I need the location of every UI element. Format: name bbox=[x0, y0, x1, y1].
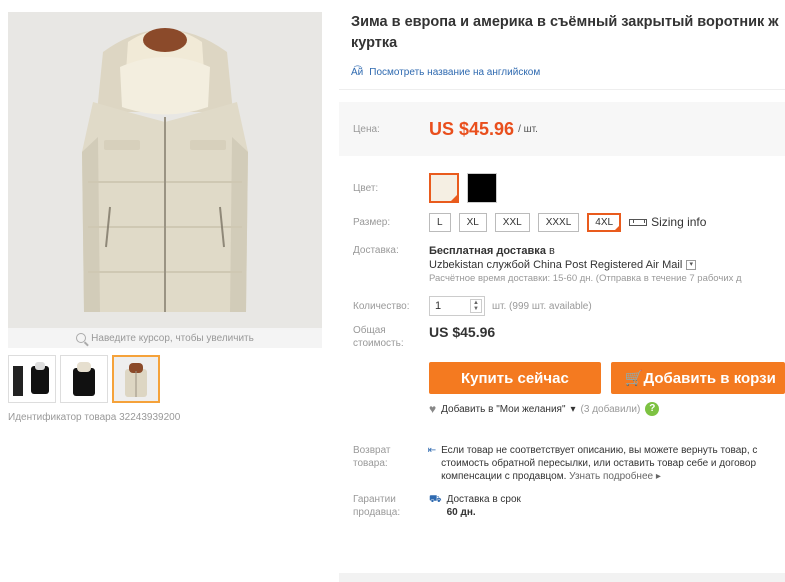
return-line2: стоимость обратной пересылки, или остави… bbox=[441, 458, 757, 469]
thumbnail-2[interactable] bbox=[60, 355, 108, 403]
shipping-title-suffix: в bbox=[545, 245, 555, 257]
product-details: Зима в европа и америка в съёмный закрыт… bbox=[339, 12, 785, 519]
guarantee-text: Доставка в срок 60 дн. bbox=[447, 493, 521, 519]
learn-more-link[interactable]: Узнать подробнее bbox=[569, 471, 653, 482]
sizing-info-text: Sizing info bbox=[651, 215, 707, 229]
add-to-cart-button[interactable]: 🛒 Добавить в корзи bbox=[610, 362, 785, 394]
size-option-xxxl[interactable]: XXXL bbox=[537, 212, 580, 232]
product-title: Зима в европа и америка в съёмный закрыт… bbox=[339, 12, 785, 56]
product-title-line2: куртка bbox=[351, 35, 398, 51]
shipping-title: Бесплатная доставка в bbox=[429, 244, 742, 258]
truck-icon: ⛟ bbox=[429, 494, 442, 505]
thumbnail-strip bbox=[8, 355, 322, 403]
return-line1: Если товар не соответствует описанию, вы… bbox=[441, 445, 758, 456]
color-row: Цвет: bbox=[339, 172, 785, 204]
price-value: US $45.96 bbox=[429, 118, 515, 139]
wishlist-count: (3 добавили) bbox=[580, 403, 641, 415]
total-row: Общая стоимость: US $45.96 bbox=[339, 324, 785, 350]
main-product-image[interactable] bbox=[8, 12, 322, 328]
thumbnail-3-selected[interactable] bbox=[112, 355, 160, 403]
translate-link[interactable]: A͡й Посмотреть название на английском bbox=[339, 67, 785, 78]
return-label: Возврат товара: bbox=[353, 445, 391, 469]
quantity-value: 1 bbox=[435, 300, 442, 312]
sizing-info-link[interactable]: Sizing info bbox=[629, 215, 706, 229]
vest-illustration bbox=[8, 12, 322, 328]
shipping-method[interactable]: Uzbekistan службой China Post Registered… bbox=[429, 258, 742, 272]
color-swatch-black[interactable] bbox=[467, 173, 497, 203]
buy-now-button[interactable]: Купить сейчас bbox=[429, 362, 601, 394]
size-option-xxl[interactable]: XXL bbox=[494, 212, 530, 232]
size-option-xl[interactable]: XL bbox=[458, 212, 487, 232]
guarantee-line1: Доставка в срок bbox=[446, 494, 521, 505]
cart-icon: 🛒 bbox=[624, 370, 644, 387]
size-option-l[interactable]: L bbox=[429, 212, 451, 232]
guarantee-row: Гарантии продавца: ⛟ Доставка в срок 60 … bbox=[339, 493, 785, 519]
ruler-icon bbox=[629, 218, 648, 226]
size-label: Размер: bbox=[353, 216, 391, 228]
quantity-label: Количество: bbox=[353, 300, 410, 312]
shipping-title-text: Бесплатная доставка bbox=[429, 245, 546, 257]
price-label: Цена: bbox=[353, 123, 380, 135]
return-icon: ⇤ bbox=[427, 445, 437, 456]
shipping-row: Доставка: Бесплатная доставка в Uzbekist… bbox=[339, 244, 785, 286]
wishlist-row: ♥ Добавить в "Мои желания" ▾ (3 добавили… bbox=[339, 402, 785, 416]
translate-icon: A͡й bbox=[351, 67, 364, 78]
product-title-line1: Зима в европа и америка в съёмный закрыт… bbox=[351, 14, 779, 30]
shipping-estimate: Расчётное время доставки: 15-60 дн. (Отп… bbox=[429, 273, 742, 284]
wishlist-link[interactable]: Добавить в "Мои желания" bbox=[441, 404, 565, 415]
magnifier-icon bbox=[76, 333, 87, 343]
action-buttons: Купить сейчас 🛒 Добавить в корзи bbox=[339, 362, 785, 394]
price-row: Цена: US $45.96 / шт. bbox=[339, 102, 785, 156]
divider bbox=[339, 89, 785, 90]
total-label: Общая стоимость: bbox=[353, 325, 404, 349]
product-gallery: Наведите курсор, чтобы увеличить Идентиф… bbox=[8, 12, 322, 423]
chevron-down-icon[interactable]: ▾ bbox=[686, 260, 697, 270]
return-row: Возврат товара: ⇤ Если товар не соответс… bbox=[339, 444, 785, 483]
help-icon[interactable]: ? bbox=[645, 402, 660, 416]
quantity-stepper[interactable]: 1 ▲ ▼ bbox=[429, 296, 485, 316]
product-id: Идентификатор товара 32243939200 bbox=[8, 412, 181, 423]
color-swatch-cream[interactable] bbox=[429, 173, 459, 203]
total-value: US $45.96 bbox=[429, 324, 496, 340]
size-option-4xl[interactable]: 4XL bbox=[587, 212, 622, 232]
translate-link-text: Посмотреть название на английском bbox=[369, 67, 541, 78]
return-text: Если товар не соответствует описанию, вы… bbox=[441, 444, 785, 483]
guarantee-line2: 60 дн. bbox=[446, 507, 476, 518]
heart-icon[interactable]: ♥ bbox=[429, 402, 436, 416]
bottom-bar bbox=[339, 573, 785, 582]
quantity-note: шт. (999 шт. available) bbox=[492, 300, 592, 312]
return-line3: компенсации с продавцом. bbox=[441, 471, 567, 482]
color-label: Цвет: bbox=[353, 182, 379, 194]
shipping-label: Доставка: bbox=[353, 245, 399, 256]
size-row: Размер: L XL XXL XXXL 4XL Sizing info bbox=[339, 210, 785, 234]
thumbnail-1[interactable] bbox=[8, 355, 56, 403]
shipping-body: Бесплатная доставка в Uzbekistan службой… bbox=[429, 244, 742, 286]
zoom-hint-text: Наведите курсор, чтобы увеличить bbox=[91, 332, 254, 344]
add-to-cart-label: Добавить в корзи bbox=[643, 369, 776, 387]
chevron-right-icon[interactable]: ▸ bbox=[656, 471, 661, 482]
zoom-hint: Наведите курсор, чтобы увеличить bbox=[8, 328, 322, 348]
spinner-icon[interactable]: ▲ ▼ bbox=[470, 299, 482, 313]
return-line3-wrap: компенсации с продавцом. Узнать подробне… bbox=[441, 470, 785, 483]
guarantee-label: Гарантии продавца: bbox=[353, 494, 401, 518]
chevron-down-icon[interactable]: ▾ bbox=[571, 404, 576, 415]
shipping-method-text: Uzbekistan службой China Post Registered… bbox=[429, 259, 683, 271]
price-unit: / шт. bbox=[518, 123, 538, 135]
quantity-row: Количество: 1 ▲ ▼ шт. (999 шт. available) bbox=[339, 296, 785, 316]
